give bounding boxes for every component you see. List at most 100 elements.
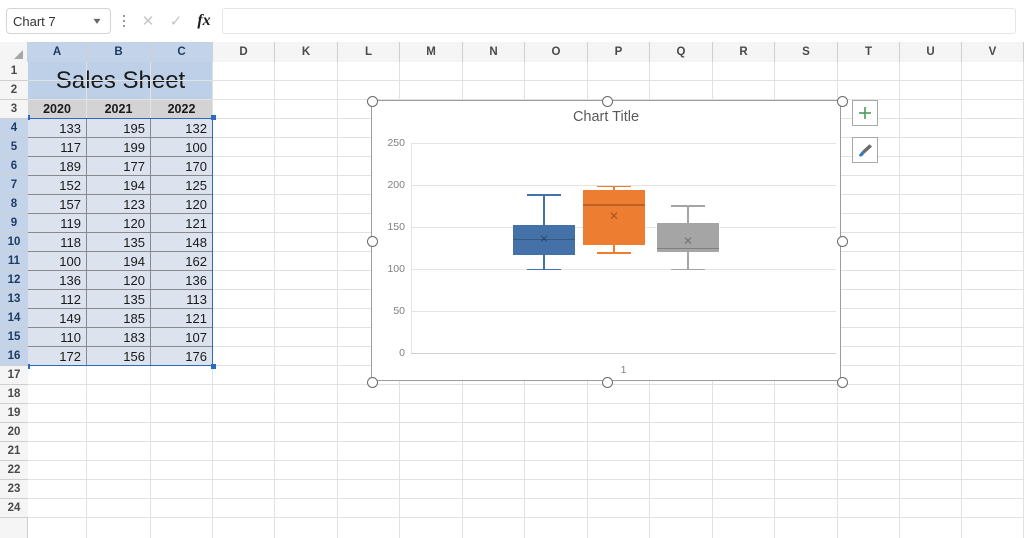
plot-area[interactable]: ✕ ✕ ✕ bbox=[411, 143, 836, 354]
data-cell[interactable]: 120 bbox=[87, 271, 150, 289]
column-header-o[interactable]: O bbox=[525, 42, 588, 62]
data-cell[interactable]: 136 bbox=[28, 271, 86, 289]
column-header-u[interactable]: U bbox=[900, 42, 962, 62]
data-cell[interactable]: 119 bbox=[28, 214, 86, 232]
chart-resize-handle[interactable] bbox=[836, 95, 848, 107]
row-header-16[interactable]: 16 bbox=[0, 347, 28, 366]
row-header-4[interactable]: 4 bbox=[0, 119, 28, 138]
chart-styles-brush-icon[interactable] bbox=[852, 137, 878, 163]
data-cell[interactable]: 177 bbox=[87, 157, 150, 175]
chart-resize-handle[interactable] bbox=[366, 376, 378, 388]
data-cell[interactable]: 199 bbox=[87, 138, 150, 156]
row-header-11[interactable]: 11 bbox=[0, 252, 28, 271]
data-cell[interactable]: 133 bbox=[28, 119, 86, 137]
data-cell[interactable]: 112 bbox=[28, 290, 86, 308]
data-cell[interactable]: 123 bbox=[87, 195, 150, 213]
column-header-t[interactable]: T bbox=[838, 42, 900, 62]
data-cell[interactable]: 149 bbox=[28, 309, 86, 327]
data-cell[interactable]: 194 bbox=[87, 252, 150, 270]
data-cell[interactable]: 162 bbox=[151, 252, 212, 270]
sheet-title-cell[interactable]: Sales Sheet bbox=[28, 62, 213, 100]
column-header-b[interactable]: B bbox=[87, 42, 151, 62]
chart-resize-handle[interactable] bbox=[836, 236, 848, 247]
column-header-l[interactable]: L bbox=[338, 42, 400, 62]
column-header-v[interactable]: V bbox=[962, 42, 1024, 62]
column-header-m[interactable]: M bbox=[400, 42, 463, 62]
selection-handle[interactable] bbox=[211, 115, 216, 120]
row-header-22[interactable]: 22 bbox=[0, 461, 28, 480]
column-header-n[interactable]: N bbox=[463, 42, 525, 62]
selection-handle[interactable] bbox=[28, 115, 30, 120]
chart-title[interactable]: Chart Title bbox=[372, 109, 840, 125]
data-cell[interactable]: 121 bbox=[151, 214, 212, 232]
data-cell[interactable]: 132 bbox=[151, 119, 212, 137]
chevron-down-icon[interactable]: ▾ bbox=[87, 16, 107, 27]
data-cell[interactable]: 136 bbox=[151, 271, 212, 289]
data-cell[interactable]: 121 bbox=[151, 309, 212, 327]
chart-resize-handle[interactable] bbox=[366, 236, 378, 247]
column-header-c[interactable]: C bbox=[151, 42, 213, 62]
chart-resize-handle[interactable] bbox=[601, 376, 613, 388]
box-plot-2022[interactable]: ✕ bbox=[411, 143, 836, 353]
column-header-q[interactable]: Q bbox=[650, 42, 713, 62]
selection-handle[interactable] bbox=[28, 364, 30, 369]
row-header-3[interactable]: 3 bbox=[0, 100, 28, 119]
row-header-15[interactable]: 15 bbox=[0, 328, 28, 347]
data-cell[interactable]: 183 bbox=[87, 328, 150, 346]
data-cell[interactable]: 172 bbox=[28, 347, 86, 365]
data-cell[interactable]: 113 bbox=[151, 290, 212, 308]
row-header-24[interactable]: 24 bbox=[0, 499, 28, 518]
data-cell[interactable]: 125 bbox=[151, 176, 212, 194]
row-header-8[interactable]: 8 bbox=[0, 195, 28, 214]
column-year-header[interactable]: 2021 bbox=[87, 100, 150, 118]
column-header-s[interactable]: S bbox=[775, 42, 838, 62]
enter-formula-button[interactable]: ✓ bbox=[162, 8, 190, 34]
row-header-19[interactable]: 19 bbox=[0, 404, 28, 423]
row-header-23[interactable]: 23 bbox=[0, 480, 28, 499]
row-header-20[interactable]: 20 bbox=[0, 423, 28, 442]
cancel-formula-button[interactable]: ✕ bbox=[134, 8, 162, 34]
data-cell[interactable]: 120 bbox=[87, 214, 150, 232]
data-cell[interactable]: 107 bbox=[151, 328, 212, 346]
row-header-10[interactable]: 10 bbox=[0, 233, 28, 252]
data-cell[interactable]: 148 bbox=[151, 233, 212, 251]
data-cell[interactable]: 135 bbox=[87, 290, 150, 308]
formula-input[interactable] bbox=[222, 8, 1016, 34]
row-header-5[interactable]: 5 bbox=[0, 138, 28, 157]
column-header-a[interactable]: A bbox=[28, 42, 87, 62]
chart-resize-handle[interactable] bbox=[601, 95, 613, 107]
column-header-d[interactable]: D bbox=[213, 42, 275, 62]
row-header-1[interactable]: 1 bbox=[0, 62, 28, 81]
row-header-21[interactable]: 21 bbox=[0, 442, 28, 461]
column-year-header[interactable]: 2022 bbox=[151, 100, 212, 118]
chart-resize-handle[interactable] bbox=[836, 376, 848, 388]
row-header-14[interactable]: 14 bbox=[0, 309, 28, 328]
data-cell[interactable]: 118 bbox=[28, 233, 86, 251]
column-year-header[interactable]: 2020 bbox=[28, 100, 86, 118]
row-header-13[interactable]: 13 bbox=[0, 290, 28, 309]
data-cell[interactable]: 170 bbox=[151, 157, 212, 175]
data-cell[interactable]: 176 bbox=[151, 347, 212, 365]
data-cell[interactable]: 156 bbox=[87, 347, 150, 365]
data-cell[interactable]: 100 bbox=[28, 252, 86, 270]
insert-function-button[interactable]: fx bbox=[190, 8, 218, 34]
data-cell[interactable]: 135 bbox=[87, 233, 150, 251]
row-header-7[interactable]: 7 bbox=[0, 176, 28, 195]
column-header-k[interactable]: K bbox=[275, 42, 338, 62]
chart-object[interactable]: Chart Title ✕ ✕ ✕ 1 0 50 100 150 200 250 bbox=[366, 95, 848, 388]
selection-handle[interactable] bbox=[211, 364, 216, 369]
name-box[interactable]: Chart 7 ▾ bbox=[6, 8, 111, 34]
data-cell[interactable]: 117 bbox=[28, 138, 86, 156]
more-options-icon[interactable] bbox=[114, 8, 134, 34]
data-cell[interactable]: 120 bbox=[151, 195, 212, 213]
chart-elements-plus-icon[interactable] bbox=[852, 100, 878, 126]
row-header-6[interactable]: 6 bbox=[0, 157, 28, 176]
data-cell[interactable]: 100 bbox=[151, 138, 212, 156]
row-header-9[interactable]: 9 bbox=[0, 214, 28, 233]
data-cell[interactable]: 157 bbox=[28, 195, 86, 213]
row-header-17[interactable]: 17 bbox=[0, 366, 28, 385]
data-cell[interactable]: 189 bbox=[28, 157, 86, 175]
select-all-corner[interactable] bbox=[0, 42, 28, 62]
data-cell[interactable]: 185 bbox=[87, 309, 150, 327]
data-cell[interactable]: 110 bbox=[28, 328, 86, 346]
